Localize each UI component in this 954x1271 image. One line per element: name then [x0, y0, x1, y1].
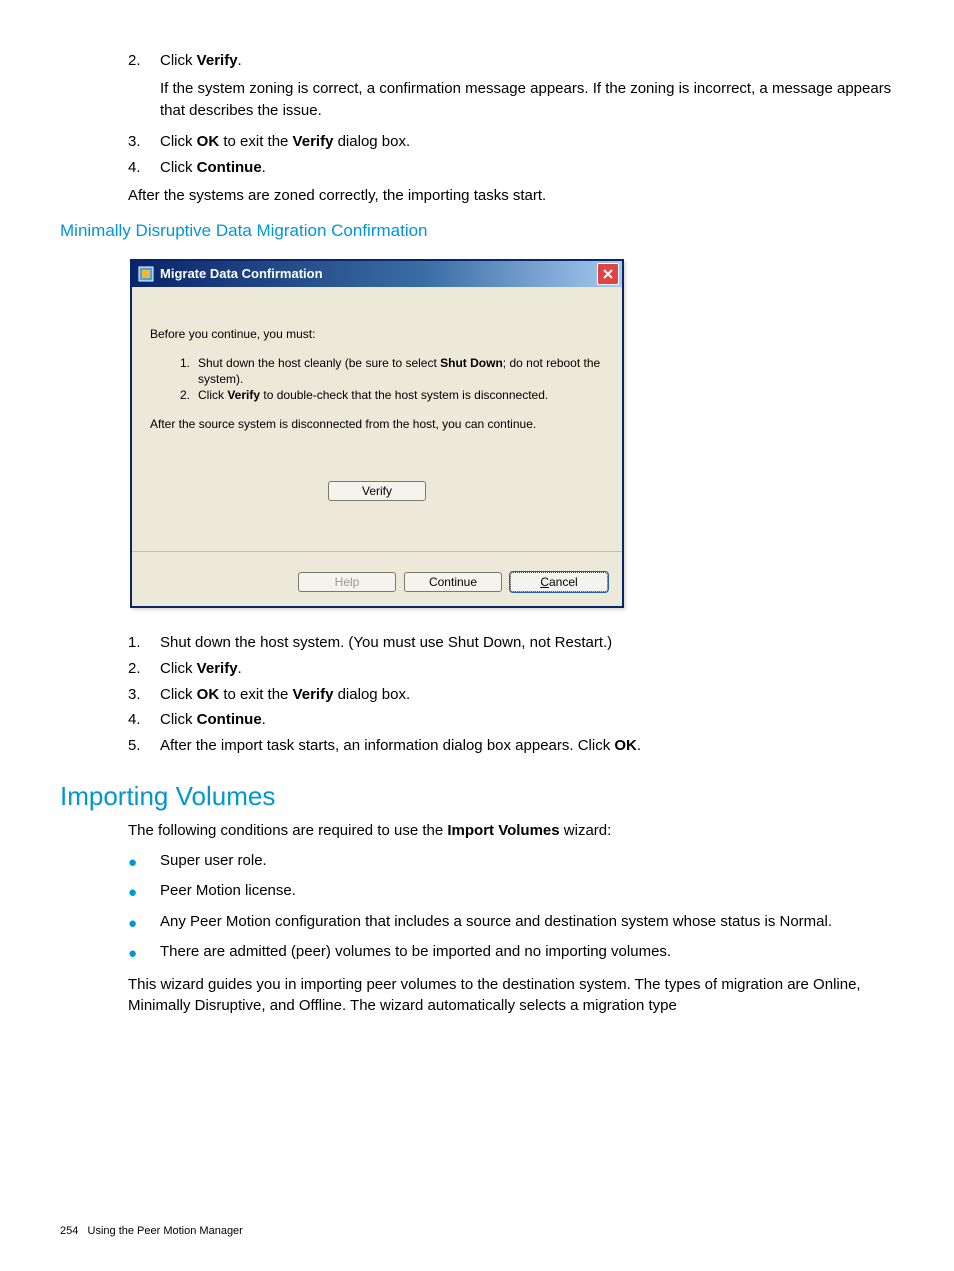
dialog-body: Before you continue, you must: 1. Shut d… [132, 287, 622, 552]
section-heading-importing-volumes: Importing Volumes [60, 781, 894, 812]
closing-para: This wizard guides you in importing peer… [128, 974, 894, 1018]
step-number: 4. [128, 709, 160, 731]
step-body: Click OK to exit the Verify dialog box. [160, 131, 894, 153]
dialog-step-1: 1. Shut down the host cleanly (be sure t… [180, 355, 604, 387]
step-3: 3. Click OK to exit the Verify dialog bo… [128, 131, 894, 153]
step-number: 3. [128, 684, 160, 706]
after-zoning-para: After the systems are zoned correctly, t… [128, 185, 894, 207]
step-number: 2. [128, 658, 160, 680]
requirements-list: ●Super user role. ●Peer Motion license. … [128, 850, 894, 966]
dialog-intro: Before you continue, you must: [150, 327, 604, 341]
verify-button-row: Verify [150, 481, 604, 501]
list-item: ●Any Peer Motion configuration that incl… [128, 911, 894, 936]
page-footer: 254 Using the Peer Motion Manager [60, 1225, 243, 1237]
step-body: Click Verify. [160, 658, 894, 680]
step-b4: 4. Click Continue. [128, 709, 894, 731]
page-number: 254 [60, 1225, 78, 1237]
list-item: ●Super user role. [128, 850, 894, 875]
list-item: ●Peer Motion license. [128, 880, 894, 905]
step-number: 4. [128, 157, 160, 179]
step-2: 2. Click Verify. If the system zoning is… [128, 50, 894, 127]
step-body: Click Verify. If the system zoning is co… [160, 50, 894, 127]
step-body: Click OK to exit the Verify dialog box. [160, 684, 894, 706]
dialog-step-2: 2. Click Verify to double-check that the… [180, 387, 604, 403]
list-item: ●There are admitted (peer) volumes to be… [128, 941, 894, 966]
bullet-icon: ● [128, 941, 160, 966]
step-b2: 2. Click Verify. [128, 658, 894, 680]
cancel-button[interactable]: Cancel [510, 572, 608, 592]
section-heading-confirmation: Minimally Disruptive Data Migration Conf… [60, 221, 894, 241]
step-number: 1. [128, 632, 160, 654]
dialog-titlebar: Migrate Data Confirmation [132, 261, 622, 287]
step-b5: 5. After the import task starts, an info… [128, 735, 894, 757]
step-number: 5. [128, 735, 160, 757]
import-volumes-intro: The following conditions are required to… [128, 820, 894, 842]
dialog-after: After the source system is disconnected … [150, 417, 604, 431]
step-b1: 1. Shut down the host system. (You must … [128, 632, 894, 654]
step-4: 4. Click Continue. [128, 157, 894, 179]
step-number: 3. [128, 131, 160, 153]
step-body: After the import task starts, an informa… [160, 735, 894, 757]
bullet-icon: ● [128, 850, 160, 875]
page: 2. Click Verify. If the system zoning is… [0, 0, 954, 1271]
step-body: Shut down the host system. (You must use… [160, 632, 894, 654]
dialog-footer: Help Continue Cancel [132, 552, 622, 606]
step-b3: 3. Click OK to exit the Verify dialog bo… [128, 684, 894, 706]
help-button[interactable]: Help [298, 572, 396, 592]
dialog-list: 1. Shut down the host cleanly (be sure t… [180, 355, 604, 404]
page-footer-title: Using the Peer Motion Manager [88, 1225, 243, 1237]
step-body: Click Continue. [160, 709, 894, 731]
step-number: 2. [128, 50, 160, 127]
step-body: Click Continue. [160, 157, 894, 179]
bullet-icon: ● [128, 911, 160, 936]
verify-button[interactable]: Verify [328, 481, 426, 501]
continue-button[interactable]: Continue [404, 572, 502, 592]
bullet-icon: ● [128, 880, 160, 905]
close-icon[interactable] [597, 263, 619, 285]
dialog-title: Migrate Data Confirmation [160, 266, 323, 281]
top-ordered-list: 2. Click Verify. If the system zoning is… [128, 50, 894, 179]
below-dialog-ordered-list: 1. Shut down the host system. (You must … [128, 632, 894, 757]
step-2-sub: If the system zoning is correct, a confi… [160, 78, 894, 122]
migrate-data-dialog: Migrate Data Confirmation Before you con… [130, 259, 624, 609]
app-icon [138, 266, 154, 282]
